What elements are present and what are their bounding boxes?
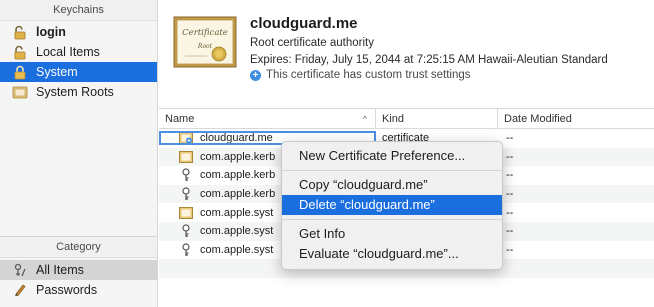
menu-separator (282, 170, 502, 171)
keychains-list: login Local Items System System Roots (0, 22, 157, 102)
lock-open-icon (12, 24, 28, 40)
column-label: Kind (382, 113, 405, 125)
column-header-name[interactable]: Name ^ (159, 109, 376, 129)
row-name: com.apple.kerb (200, 150, 276, 163)
menu-item-new-certificate-preference[interactable]: New Certificate Preference... (282, 146, 502, 166)
row-name: com.apple.syst (200, 225, 274, 238)
trust-note-text: This certificate has custom trust settin… (266, 69, 471, 81)
sidebar-item-label: login (36, 25, 66, 39)
menu-item-copy[interactable]: Copy “cloudguard.me” (282, 175, 502, 195)
key-icon (179, 243, 193, 257)
category-header: Category (0, 237, 157, 258)
row-name: com.apple.kerb (200, 169, 276, 182)
all-items-icon (12, 262, 28, 278)
sidebar-item-label: System Roots (36, 85, 114, 99)
sidebar-item-login[interactable]: login (0, 22, 157, 42)
cell-date: -- (506, 206, 514, 219)
menu-item-get-info[interactable]: Get Info (282, 224, 502, 244)
sidebar: Keychains login Local Items System Syste… (0, 0, 158, 307)
certificate-expiry: Expires: Friday, July 15, 2044 at 7:25:1… (250, 54, 608, 66)
column-label: Date Modified (504, 113, 572, 125)
certificate-name: cloudguard.me (250, 15, 358, 32)
keychains-header: Keychains (0, 0, 157, 21)
pen-icon (12, 282, 28, 298)
certificate-icon (179, 150, 193, 164)
column-header-kind[interactable]: Kind (376, 109, 498, 129)
certificate-type: Root certificate authority (250, 37, 375, 49)
sort-ascending-icon: ^ (362, 114, 367, 124)
cell-date: -- (506, 225, 514, 238)
sidebar-item-label: System (36, 65, 78, 79)
cell-date: -- (506, 169, 514, 182)
lock-open-icon (12, 44, 28, 60)
certificate-icon: Certificate Root (173, 16, 237, 68)
cell-date: -- (506, 150, 514, 163)
plus-circle-icon: + (250, 69, 261, 81)
category-section: Category All Items Passwords (0, 236, 157, 300)
menu-item-delete[interactable]: Delete “cloudguard.me” (282, 195, 502, 215)
context-menu: New Certificate Preference... Copy “clou… (281, 141, 503, 270)
certificate-summary: Certificate Root cloudguard.me Root cert… (159, 0, 654, 104)
row-name: cloudguard.me (200, 132, 273, 145)
cell-date: -- (506, 243, 514, 256)
sidebar-item-system[interactable]: System (0, 62, 157, 82)
category-list: All Items Passwords (0, 258, 157, 300)
certificate-icon (179, 131, 193, 145)
key-icon (179, 168, 193, 182)
sidebar-item-label: Local Items (36, 45, 100, 59)
sidebar-item-system-roots[interactable]: System Roots (0, 82, 157, 102)
row-name: com.apple.syst (200, 206, 274, 219)
table-row-empty (159, 278, 654, 297)
table-header: Name ^ Kind Date Modified (159, 109, 654, 129)
sidebar-item-label: Passwords (36, 283, 98, 297)
key-icon (179, 224, 193, 238)
menu-separator (282, 219, 502, 220)
column-label: Name (165, 113, 195, 125)
sidebar-item-passwords[interactable]: Passwords (0, 280, 157, 300)
cert-image-title: Certificate (182, 28, 228, 38)
row-name: com.apple.kerb (200, 188, 276, 201)
column-header-date-modified[interactable]: Date Modified (498, 109, 654, 129)
trust-note: + This certificate has custom trust sett… (250, 69, 471, 81)
lock-icon (12, 64, 28, 80)
sidebar-item-label: All Items (36, 263, 84, 277)
menu-item-evaluate[interactable]: Evaluate “cloudguard.me”... (282, 244, 502, 264)
cell-date: -- (506, 132, 514, 145)
sidebar-item-local-items[interactable]: Local Items (0, 42, 157, 62)
sidebar-item-all-items[interactable]: All Items (0, 260, 157, 280)
cert-image-subtitle: Root (197, 43, 213, 50)
folder-icon (12, 84, 28, 100)
key-icon (179, 187, 193, 201)
certificate-icon (179, 206, 193, 220)
row-name: com.apple.syst (200, 243, 274, 256)
cell-date: -- (506, 188, 514, 201)
